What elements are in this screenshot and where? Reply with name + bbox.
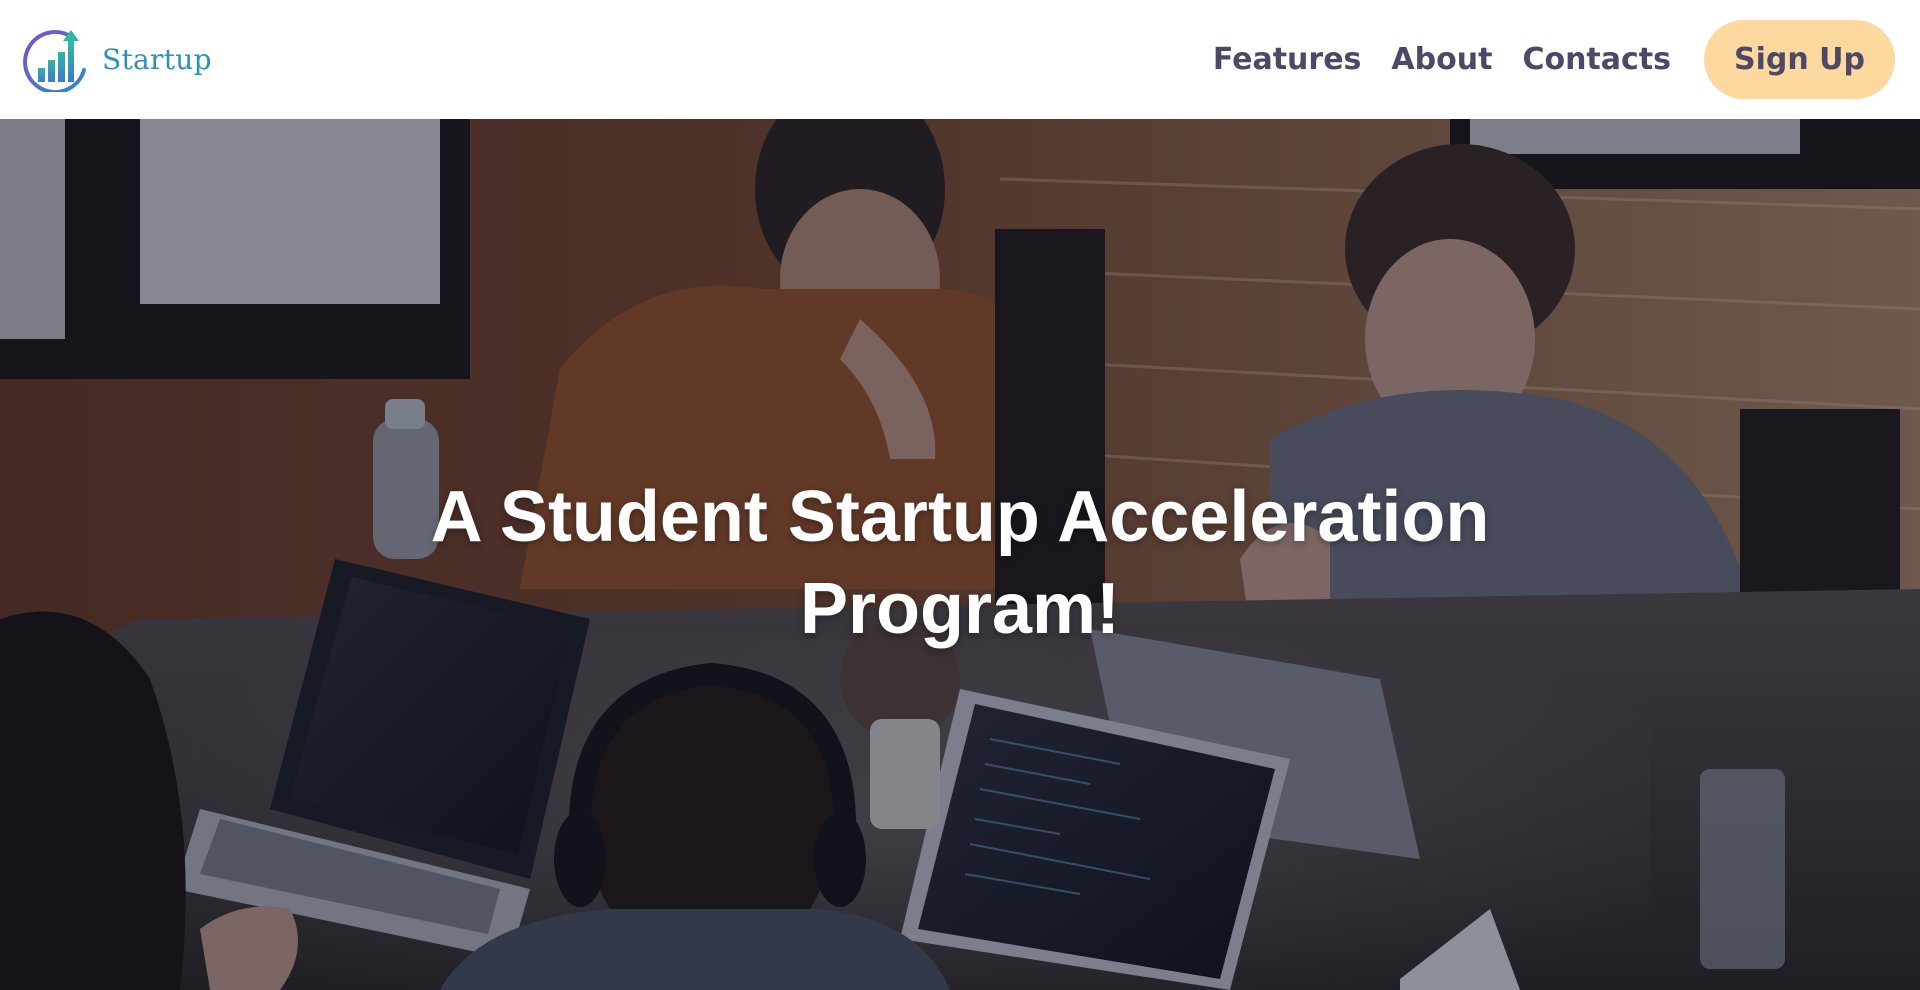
logo-text: Startup (102, 42, 212, 76)
hero-section: A Student Startup Acceleration Program! (0, 119, 1920, 990)
main-nav: Features About Contacts Sign Up (1213, 20, 1895, 99)
logo-icon (23, 30, 86, 92)
hero-title: A Student Startup Acceleration Program! (430, 477, 1490, 649)
sign-up-button[interactable]: Sign Up (1704, 20, 1895, 99)
logo-link[interactable]: Startup (22, 26, 212, 92)
nav-contacts-link[interactable]: Contacts (1522, 42, 1671, 77)
nav-features-link[interactable]: Features (1213, 42, 1362, 77)
navbar: Startup Features About Contacts Sign Up (0, 0, 1920, 119)
nav-about-link[interactable]: About (1391, 42, 1492, 77)
